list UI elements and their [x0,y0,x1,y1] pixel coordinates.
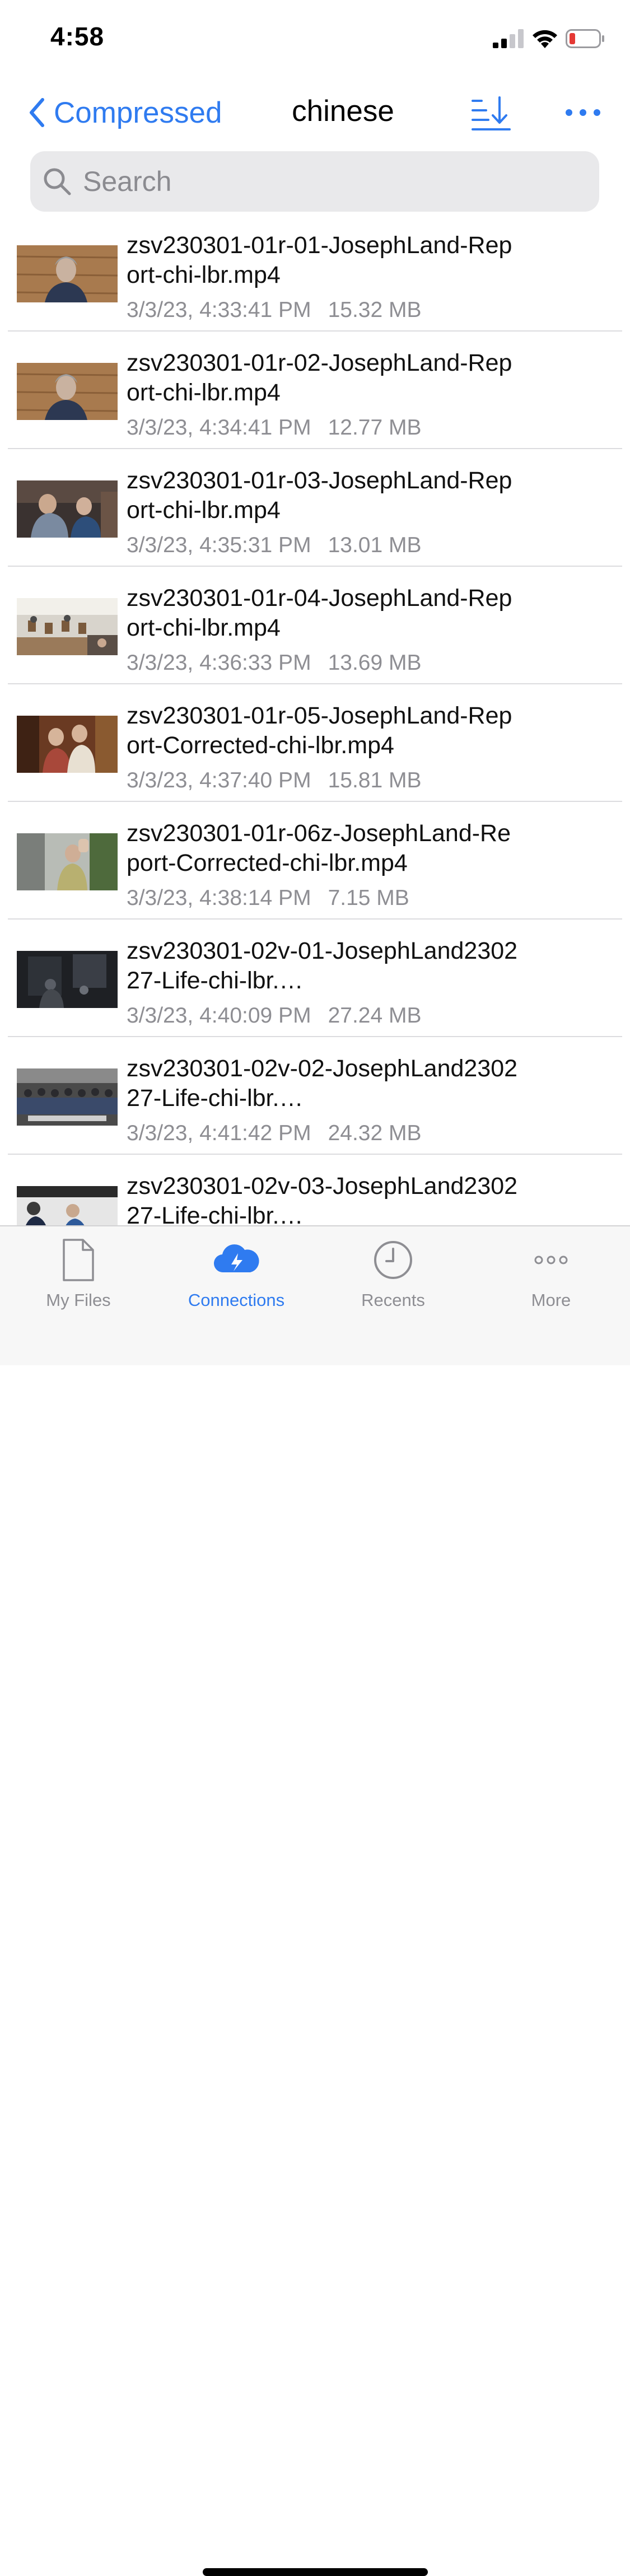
file-row[interactable]: zsv230301-01r-06z-JosephLand-Report-Corr… [0,802,630,920]
file-date: 3/3/23, 4:38:14 PM [127,886,311,910]
tab-label: Recents [361,1290,425,1310]
file-date: 3/3/23, 4:41:42 PM [127,1121,311,1145]
status-bar: 4:58 [0,0,630,76]
file-date: 3/3/23, 4:40:09 PM [127,1004,311,1028]
sort-icon[interactable] [472,95,511,132]
file-name: zsv230301-02v-03-JosephLand230227-Life-c… [127,1173,518,1226]
file-name: zsv230301-01r-03-JosephLand-Report-chi-l… [127,467,512,524]
file-name: zsv230301-02v-01-JosephLand230227-Life-c… [127,937,518,994]
file-row[interactable]: zsv230301-01r-04-JosephLand-Report-chi-l… [0,567,630,684]
ellipsis-icon [534,1256,568,1264]
file-row[interactable]: zsv230301-01r-03-JosephLand-Report-chi-l… [0,449,630,567]
file-size: 27.24 MB [328,1004,422,1028]
file-size: 15.81 MB [328,768,422,792]
file-name: zsv230301-01r-02-JosephLand-Report-chi-l… [127,349,512,406]
status-time: 4:58 [50,22,105,51]
chevron-left-icon [30,98,44,127]
file-row[interactable]: zsv230301-01r-02-JosephLand-Report-chi-l… [0,332,630,449]
video-thumbnail [17,951,118,1008]
navigation-bar: Compressed chinese [0,84,630,140]
more-options-icon[interactable] [564,104,601,121]
file-size: 7.15 MB [328,886,409,910]
file-row[interactable]: zsv230301-02v-03-JosephLand230227-Life-c… [0,1155,630,1226]
file-row[interactable]: zsv230301-02v-02-JosephLand230227-Life-c… [0,1037,630,1155]
tab-label: Connections [188,1290,285,1310]
battery-low-icon [566,29,604,48]
file-meta: 3/3/23, 4:36:33 PM 13.69 MB [127,651,422,675]
file-size: 12.77 MB [328,416,422,440]
back-button[interactable]: Compressed [27,93,222,132]
video-thumbnail [17,598,118,655]
file-row[interactable]: zsv230301-01r-05-JosephLand-Report-Corre… [0,684,630,802]
file-date: 3/3/23, 4:36:33 PM [127,651,311,675]
file-name: zsv230301-01r-01-JosephLand-Report-chi-l… [127,232,512,288]
file-date: 3/3/23, 4:33:41 PM [127,298,311,322]
back-label: Compressed [54,96,222,129]
tab-more[interactable]: More [495,1238,607,1310]
tab-bar: My Files Connections Recents More [0,1225,630,2576]
search-field[interactable]: Search [30,151,599,212]
file-date: 3/3/23, 4:35:31 PM [127,533,311,557]
file-size: 13.01 MB [328,533,422,557]
file-row[interactable]: zsv230301-01r-01-JosephLand-Report-chi-l… [0,214,630,332]
document-icon [63,1239,94,1281]
file-meta: 3/3/23, 4:37:40 PM 15.81 MB [127,768,422,793]
video-thumbnail [17,363,118,420]
file-size: 13.69 MB [328,651,422,675]
search-icon [44,168,71,195]
tab-my-files[interactable]: My Files [22,1238,134,1310]
file-name: zsv230301-02v-02-JosephLand230227-Life-c… [127,1055,518,1112]
file-list[interactable]: zsv230301-01r-01-JosephLand-Report-chi-l… [0,214,630,1226]
file-meta: 3/3/23, 4:41:42 PM 24.32 MB [127,1121,422,1146]
video-thumbnail [17,245,118,302]
file-meta: 3/3/23, 4:34:41 PM 12.77 MB [127,416,422,440]
file-size: 15.32 MB [328,298,422,322]
search-placeholder: Search [83,166,172,197]
file-name: zsv230301-01r-04-JosephLand-Report-chi-l… [127,585,512,641]
tab-recents[interactable]: Recents [337,1238,449,1310]
tab-label: More [531,1290,571,1310]
page-title: chinese [292,95,394,128]
file-meta: 3/3/23, 4:35:31 PM 13.01 MB [127,533,422,558]
video-thumbnail [17,1186,118,1226]
wifi-icon [533,30,557,48]
file-meta: 3/3/23, 4:38:14 PM 7.15 MB [127,886,409,911]
cloud-bolt-icon [213,1244,259,1273]
home-indicator[interactable] [203,2568,428,2576]
file-date: 3/3/23, 4:37:40 PM [127,768,311,792]
file-date: 3/3/23, 4:34:41 PM [127,416,311,440]
tab-connections[interactable]: Connections [180,1238,292,1310]
file-meta: 3/3/23, 4:40:09 PM 27.24 MB [127,1004,422,1028]
file-size: 24.32 MB [328,1121,422,1145]
file-meta: 3/3/23, 4:33:41 PM 15.32 MB [127,298,422,323]
video-thumbnail [17,833,118,890]
file-name: zsv230301-01r-05-JosephLand-Report-Corre… [127,702,512,759]
video-thumbnail [17,716,118,773]
video-thumbnail [17,1068,118,1126]
tab-label: My Files [46,1290,111,1310]
file-row[interactable]: zsv230301-02v-01-JosephLand230227-Life-c… [0,920,630,1037]
clock-icon [374,1241,412,1279]
cellular-signal-icon [493,29,524,48]
video-thumbnail [17,480,118,538]
file-name: zsv230301-01r-06z-JosephLand-Report-Corr… [127,820,511,876]
